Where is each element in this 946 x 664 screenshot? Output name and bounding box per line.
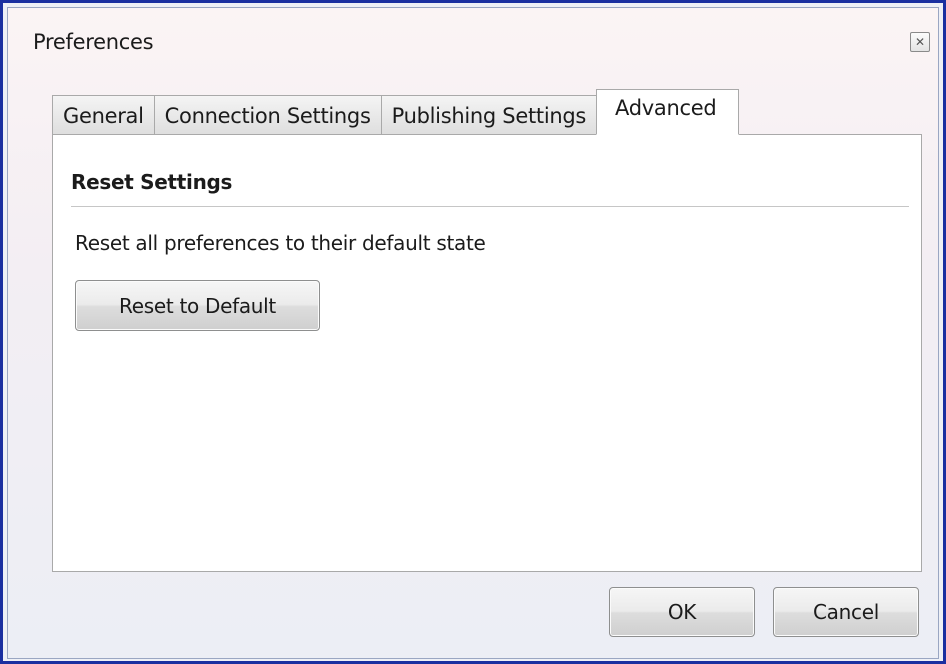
section-divider: [71, 206, 909, 207]
button-label: OK: [667, 600, 697, 624]
tab-general[interactable]: General: [52, 95, 154, 135]
ok-button[interactable]: OK: [609, 587, 755, 637]
button-label: Reset to Default: [119, 293, 276, 318]
tab-connection-settings[interactable]: Connection Settings: [153, 95, 381, 135]
tab-label: Advanced: [615, 96, 717, 120]
title-bar[interactable]: Preferences ✕: [8, 8, 938, 68]
tab-advanced[interactable]: Advanced: [596, 89, 740, 135]
tab-label: Publishing Settings: [391, 103, 587, 128]
tab-label: Connection Settings: [164, 103, 371, 128]
tab-label: General: [63, 103, 144, 128]
section-title: Reset Settings: [71, 170, 233, 194]
tab-strip: General Connection Settings Publishing S…: [52, 89, 740, 135]
tab-publishing-settings[interactable]: Publishing Settings: [380, 95, 598, 135]
reset-to-default-button[interactable]: Reset to Default: [75, 280, 320, 331]
window-title: Preferences: [33, 30, 154, 54]
tab-panel-advanced: Reset Settings Reset all preferences to …: [52, 134, 922, 572]
screenshot-frame: Preferences ✕ General Connection Setting…: [0, 0, 946, 664]
preferences-dialog: Preferences ✕ General Connection Setting…: [7, 7, 939, 659]
button-label: Cancel: [813, 600, 879, 624]
close-icon: ✕: [914, 35, 926, 49]
cancel-button[interactable]: Cancel: [773, 587, 919, 637]
close-button[interactable]: ✕: [910, 32, 930, 52]
reset-description: Reset all preferences to their default s…: [75, 231, 486, 255]
